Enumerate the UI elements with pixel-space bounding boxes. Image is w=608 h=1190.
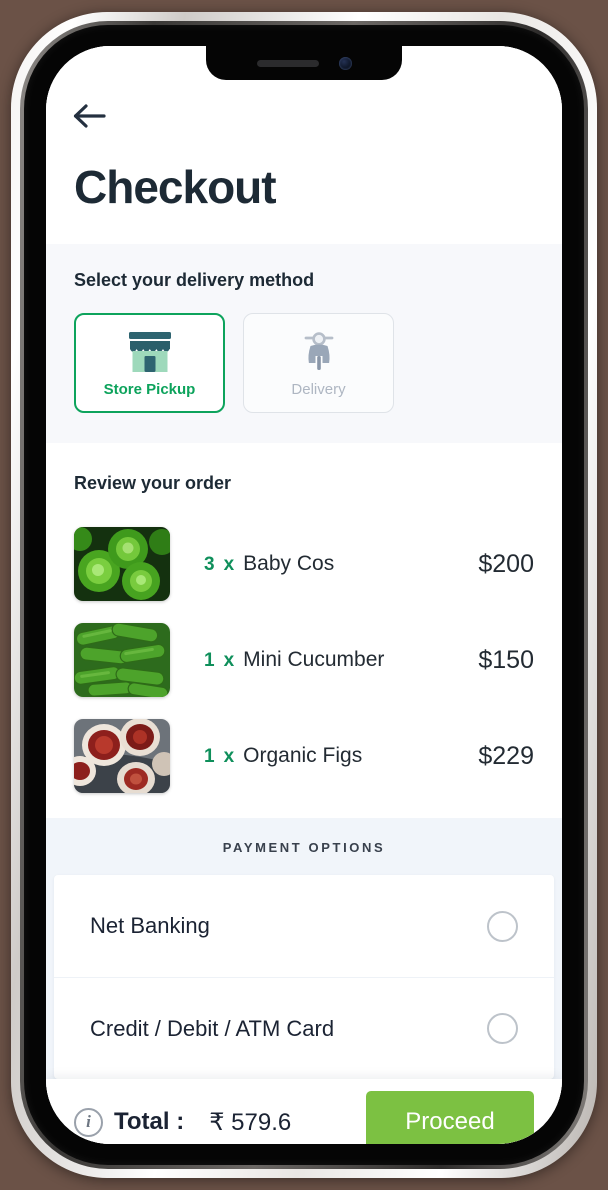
order-item-name: Mini Cucumber (243, 648, 385, 671)
payment-options-section: PAYMENT OPTIONS Net Banking Credit / Deb… (46, 818, 562, 1079)
order-review-section: Review your order 3 x Baby Cos $200 1 x … (46, 443, 562, 818)
order-item-row: 3 x Baby Cos $200 (74, 516, 534, 612)
checkout-screen: Checkout Select your delivery method Sto… (46, 46, 562, 1144)
arrow-left-icon (73, 104, 106, 128)
order-item-qty: 1 (204, 746, 215, 767)
order-item-qty: 1 (204, 650, 215, 671)
order-item-multiplier: x (223, 554, 235, 575)
order-items-list: 3 x Baby Cos $200 1 x Mini Cucumber $150… (74, 516, 534, 804)
info-icon[interactable]: i (74, 1107, 103, 1137)
payment-option-label: Net Banking (90, 913, 210, 938)
payment-section-title: PAYMENT OPTIONS (222, 840, 386, 855)
delivery-option-label: Delivery (291, 380, 346, 398)
front-camera-icon (338, 56, 352, 70)
delivery-option-store-pickup[interactable]: Store Pickup (74, 313, 225, 413)
order-item-price: $150 (478, 645, 534, 674)
total-value: ₹ 579.6 (209, 1108, 292, 1136)
phone-body: Checkout Select your delivery method Sto… (24, 25, 584, 1165)
earpiece-speaker (256, 59, 319, 67)
store-icon (128, 331, 171, 372)
back-button[interactable] (68, 94, 112, 138)
order-item-price: $200 (478, 549, 534, 578)
order-item-price: $229 (478, 741, 534, 770)
order-item-name: Organic Figs (243, 744, 363, 767)
cucumber-thumbnail (74, 623, 170, 697)
order-item-multiplier: x (223, 746, 235, 767)
total-label: Total : (114, 1108, 185, 1135)
phone-bezel-mid: Checkout Select your delivery method Sto… (20, 21, 588, 1169)
phone-notch (206, 46, 402, 80)
payment-option-net-banking[interactable]: Net Banking (54, 875, 554, 977)
order-section-label: Review your order (74, 473, 232, 493)
order-item-name: Baby Cos (243, 552, 335, 575)
order-item-row: 1 x Mini Cucumber $150 (74, 612, 534, 708)
order-item-multiplier: x (223, 650, 235, 671)
lettuce-thumbnail (74, 527, 170, 601)
figs-thumbnail (74, 719, 170, 793)
checkout-footer: i Total : ₹ 579.6 Proceed (46, 1079, 562, 1144)
order-item-details: 1 x Organic Figs (170, 744, 478, 768)
payment-option-label: Credit / Debit / ATM Card (90, 1015, 335, 1041)
scooter-icon (304, 331, 333, 370)
payment-option-card[interactable]: Credit / Debit / ATM Card (54, 977, 554, 1079)
delivery-option-label: Store Pickup (103, 380, 196, 398)
proceed-button[interactable]: Proceed (366, 1091, 534, 1144)
order-item-details: 3 x Baby Cos (170, 552, 478, 576)
radio-button-card[interactable] (487, 1013, 518, 1044)
phone-frame: Checkout Select your delivery method Sto… (11, 12, 597, 1178)
total-group: i Total : ₹ 579.6 (74, 1107, 366, 1137)
order-item-row: 1 x Organic Figs $229 (74, 708, 534, 804)
radio-button-net-banking[interactable] (487, 910, 518, 942)
order-item-qty: 3 (204, 554, 215, 575)
phone-screen: Checkout Select your delivery method Sto… (46, 46, 562, 1144)
payment-options-card: Net Banking Credit / Debit / ATM Card (54, 875, 554, 1079)
page-title: Checkout (74, 161, 277, 213)
delivery-method-section: Select your delivery method Store Pickup… (46, 244, 562, 443)
order-item-details: 1 x Mini Cucumber (170, 648, 478, 672)
delivery-method-options: Store Pickup Delivery (74, 313, 534, 413)
delivery-section-label: Select your delivery method (74, 270, 315, 290)
delivery-option-delivery[interactable]: Delivery (243, 313, 394, 413)
